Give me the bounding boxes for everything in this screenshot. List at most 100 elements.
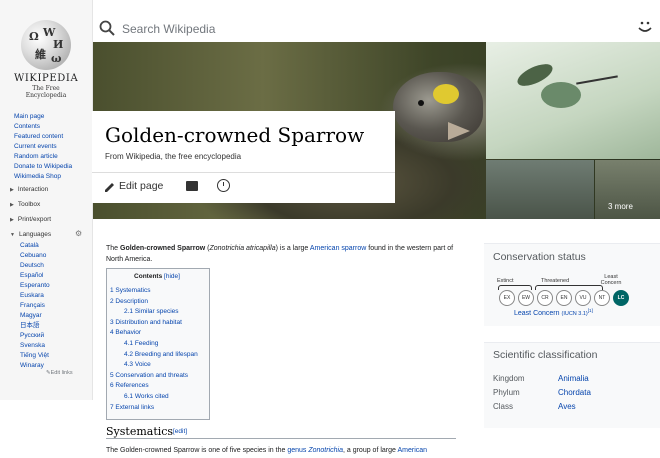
history-icon[interactable] <box>217 179 230 192</box>
wikipedia-logo[interactable]: ΩWИ維ω WIKIPEDIA The Free Encyclopedia <box>14 20 78 100</box>
portlet-printexport-label: Print/export <box>17 216 52 223</box>
toc-item[interactable]: 2 Description <box>110 298 148 305</box>
intro-paragraph: The Golden-crowned Sparrow (Zonotrichia … <box>106 243 461 265</box>
iucn-lc: LC <box>613 290 629 306</box>
lang-link[interactable]: Cebuano <box>20 251 50 261</box>
portlet-languages-label: Languages <box>18 231 52 238</box>
lang-link[interactable]: Euskara <box>20 291 50 301</box>
para-text: The Golden-crowned Sparrow is one of fiv… <box>106 447 288 454</box>
logo-wordmark: WIKIPEDIA <box>14 73 79 84</box>
thumbnail-hummingbird[interactable] <box>486 42 660 159</box>
nav-contents[interactable]: Contents <box>14 122 72 132</box>
toc-item[interactable]: 7 External links <box>110 404 154 411</box>
lang-link[interactable]: Català <box>20 241 50 251</box>
american-link[interactable]: American <box>397 447 427 454</box>
genus-link[interactable]: genus <box>287 447 306 454</box>
triangle-right-icon: ▶ <box>10 186 14 193</box>
rank-class: Class <box>493 402 514 411</box>
reference-link[interactable]: [1] <box>588 308 593 313</box>
iucn-link[interactable]: (IUCN 3.1) <box>561 311 587 317</box>
toc-hide-link[interactable]: [hide] <box>164 273 180 280</box>
portlet-toolbox[interactable]: ▶ Toolbox <box>10 201 40 208</box>
portlet-interaction[interactable]: ▶ Interaction <box>10 186 48 193</box>
kingdom-link[interactable]: Animalia <box>558 374 589 383</box>
section-divider <box>106 438 456 439</box>
section-edit-link[interactable]: [edit] <box>173 428 187 435</box>
toc-row: 2.1 Similar species <box>110 307 198 318</box>
toc-heading: Contents [hide] <box>106 273 208 280</box>
portlet-toolbox-label: Toolbox <box>17 201 41 208</box>
lang-link[interactable]: Español <box>20 271 50 281</box>
edit-page-label: Edit page <box>119 180 164 192</box>
lang-link[interactable]: Deutsch <box>20 261 50 271</box>
iucn-ew: EW <box>518 290 534 306</box>
toc-item[interactable]: 4.1 Feeding <box>124 340 158 347</box>
toc-title: Contents <box>134 273 163 280</box>
toc-item[interactable]: 4.3 Voice <box>124 361 151 368</box>
section-heading-systematics: Systematics <box>106 425 174 438</box>
portlet-languages[interactable]: ▼ Languages <box>10 231 51 238</box>
toc-row: 6 References <box>110 381 198 392</box>
toc-item[interactable]: 1 Systematics <box>110 287 150 294</box>
intro-scientific-name: Zonotrichia atricapilla <box>209 245 276 252</box>
toc-item[interactable]: 2.1 Similar species <box>124 308 179 315</box>
lang-link[interactable]: Magyar <box>20 311 50 321</box>
portlet-interaction-label: Interaction <box>17 186 49 193</box>
iucn-nt: NT <box>594 290 610 306</box>
talk-icon[interactable] <box>186 181 198 191</box>
intro-text: The <box>106 245 121 252</box>
search-input[interactable]: Search Wikipedia <box>122 22 215 36</box>
toc-item[interactable]: 5 Conservation and threats <box>110 372 188 379</box>
pencil-icon <box>105 183 114 192</box>
systematics-paragraph: The Golden-crowned Sparrow is one of fiv… <box>106 445 461 456</box>
edit-page-button[interactable]: Edit page <box>103 180 163 192</box>
iucn-ex: EX <box>499 290 515 306</box>
page-title: Golden-crowned Sparrow <box>105 123 365 147</box>
toc-row: 3 Distribution and habitat <box>110 318 198 329</box>
nav-random-article[interactable]: Random article <box>14 152 72 162</box>
intro-text: ) is a large <box>275 245 310 252</box>
lang-link[interactable]: Русский <box>20 331 50 341</box>
toc-item[interactable]: 3 Distribution and habitat <box>110 319 182 326</box>
toc-row: 4.1 Feeding <box>110 339 198 350</box>
iucn-en: EN <box>556 290 572 306</box>
toc-item[interactable]: 4.2 Breeding and lifespan <box>124 351 198 358</box>
lang-link[interactable]: Tiếng Việt <box>20 351 50 361</box>
nav-shop[interactable]: Wikimedia Shop <box>14 172 72 182</box>
threatened-label: Threatened <box>541 278 570 284</box>
nav-donate[interactable]: Donate to Wikipedia <box>14 162 72 172</box>
toc-row: 5 Conservation and threats <box>110 371 198 382</box>
toc-row: 6.1 Works cited <box>110 392 198 403</box>
toc-item[interactable]: 6 References <box>110 382 149 389</box>
toc-row: 1 Systematics <box>110 286 198 297</box>
class-link[interactable]: Aves <box>558 402 576 411</box>
gear-icon[interactable]: ⚙ <box>75 229 82 238</box>
toc-row: 7 External links <box>110 403 198 414</box>
rank-phylum: Phylum <box>493 388 520 397</box>
classification-heading: Scientific classification <box>493 349 598 361</box>
toc-item[interactable]: 4 Behavior <box>110 329 141 336</box>
toc-row: 4 Behavior <box>110 328 198 339</box>
logo-tagline: The Free Encyclopedia <box>25 85 67 99</box>
nav-current-events[interactable]: Current events <box>14 142 72 152</box>
zonotrichia-link[interactable]: Zonotrichia <box>306 447 343 454</box>
lang-link[interactable]: 日本語 <box>20 321 50 331</box>
iucn-scale: EX EW CR EN VU NT LC <box>499 290 629 306</box>
lang-link[interactable]: Français <box>20 301 50 311</box>
least-concern-link[interactable]: Least Concern <box>514 310 560 317</box>
lang-link[interactable]: Esperanto <box>20 281 50 291</box>
smiley-icon[interactable] <box>636 17 654 35</box>
globe-icon: ΩWИ維ω <box>21 20 71 70</box>
lang-link[interactable]: Svenska <box>20 341 50 351</box>
edit-links[interactable]: ✎Edit links <box>46 370 73 376</box>
american-sparrow-link[interactable]: American sparrow <box>310 245 366 252</box>
portlet-printexport[interactable]: ▶ Print/export <box>10 216 51 223</box>
toc-item[interactable]: 6.1 Works cited <box>124 393 169 400</box>
nav-featured-content[interactable]: Featured content <box>14 132 72 142</box>
nav-main-page[interactable]: Main page <box>14 112 72 122</box>
para-text: , a group of large <box>342 447 398 454</box>
more-images-label[interactable]: 3 more <box>608 202 633 211</box>
phylum-link[interactable]: Chordata <box>558 388 591 397</box>
thumbnail-sparrow[interactable] <box>486 160 594 219</box>
toc-list: 1 Systematics 2 Description 2.1 Similar sp… <box>110 286 198 413</box>
